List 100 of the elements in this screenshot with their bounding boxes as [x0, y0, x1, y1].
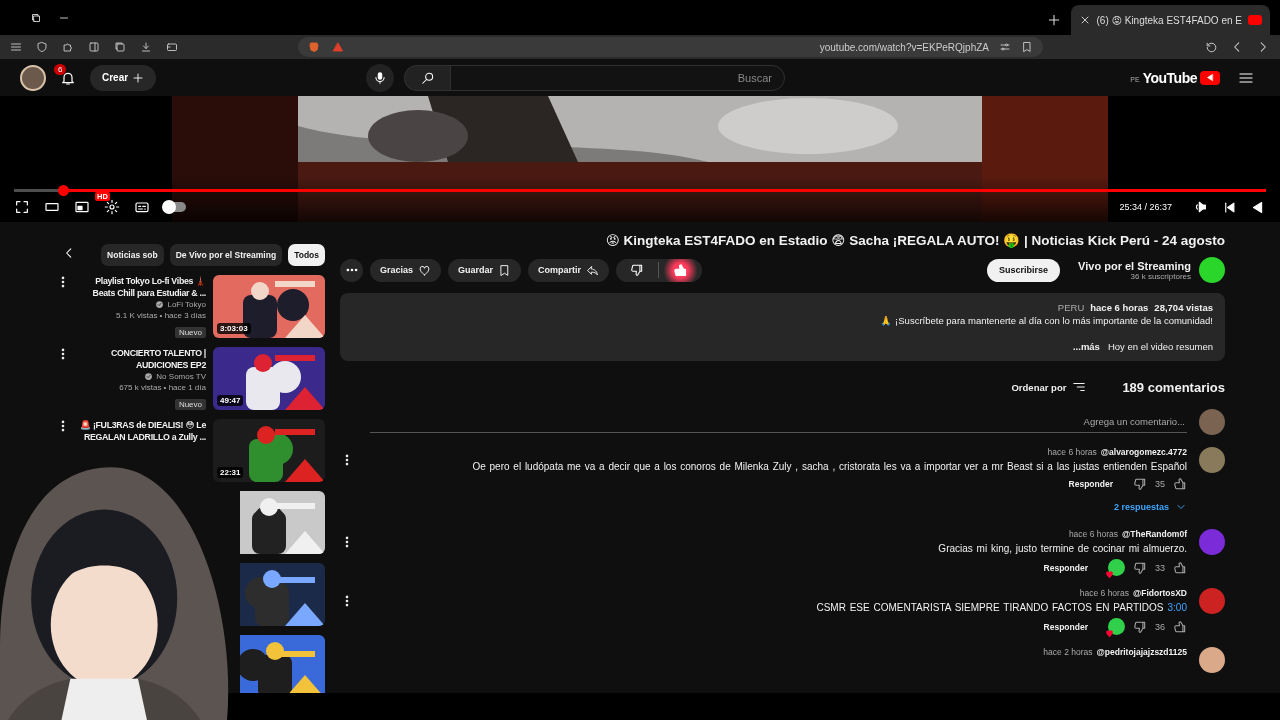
- comment-time[interactable]: hace 6 horas: [1079, 588, 1129, 598]
- show-more-link[interactable]: ...más: [1072, 340, 1100, 353]
- sort-button[interactable]: Ordenar por: [1005, 379, 1093, 395]
- like-icon[interactable]: [1173, 560, 1187, 575]
- settings-icon[interactable]: [104, 199, 120, 215]
- heart-icon: [1105, 629, 1114, 638]
- video-title[interactable]: CONCIERTO TALENTO | AUDICIONES EP2: [77, 347, 206, 371]
- autoplay-toggle[interactable]: [164, 202, 186, 212]
- video-title[interactable]: Playlist Tokyo Lo-fi Vibes 🗼 Beats Chill para Estudiar & ...: [77, 275, 206, 299]
- timestamp-link[interactable]: 3:00: [1167, 601, 1187, 614]
- scrubber-handle[interactable]: [58, 185, 70, 196]
- dislike-icon[interactable]: [1133, 477, 1147, 491]
- comment-author[interactable]: @FidortosXD: [1132, 588, 1187, 598]
- plus-icon: [132, 71, 145, 84]
- url-text: youtube.com/watch?v=EKPeRQjphZA: [818, 41, 989, 53]
- more-button[interactable]: [340, 258, 363, 282]
- verified-icon: [155, 300, 165, 309]
- comment-time[interactable]: hace 6 horas: [1068, 529, 1119, 539]
- video-duration: 22:31: [217, 467, 244, 478]
- sidebar-icon[interactable]: [88, 41, 100, 53]
- puzzle-icon[interactable]: [62, 41, 74, 53]
- like-count: 35: [1155, 479, 1165, 489]
- video-duration: 49:47: [217, 395, 244, 406]
- dislike-icon[interactable]: [1133, 560, 1147, 575]
- replies-button[interactable]: 2 respuestas: [1109, 497, 1191, 517]
- thumbs-up-filled-icon: [673, 262, 689, 278]
- description-box[interactable]: PERU hace 6 horas 28,704 vistas 🙏 ¡Suscríbete para mantenerte al día con lo más importante de la comunidad! ...más Hoy en el video resumen: [340, 293, 1225, 361]
- description-text: Hoy en el video resumen: [1107, 340, 1213, 353]
- bookmark-icon[interactable]: [1021, 41, 1033, 53]
- video-meta: 5.1 K vistas • hace 3 días: [116, 310, 206, 321]
- search-button[interactable]: [404, 64, 450, 91]
- upload-age: hace 6 horas: [1090, 301, 1149, 314]
- video-title[interactable]: 🚨 ¡FUL3RAS de DIEALIS! 😳 Le REGALAN LADRILLO a Zully ...: [77, 419, 206, 443]
- voice-search-button[interactable]: [366, 63, 394, 92]
- like-icon[interactable]: [1173, 619, 1187, 634]
- shield-icon[interactable]: [36, 41, 48, 53]
- sort-icon: [1072, 380, 1087, 394]
- youtube-logo-text[interactable]: YouTube: [1142, 69, 1197, 86]
- video-meta: 675 k vistas • hace 1 día: [119, 382, 206, 393]
- search-field[interactable]: Buscar: [450, 64, 785, 91]
- comment-author[interactable]: @TheRandom0f: [1122, 529, 1187, 539]
- site-settings-icon[interactable]: [999, 41, 1011, 53]
- channel-avatar-icon[interactable]: [1199, 257, 1225, 283]
- filter-chip[interactable]: De Vivo por el Streaming: [169, 244, 283, 266]
- comment-author[interactable]: @pedritojajajzszd1125: [1096, 647, 1187, 657]
- like-count: 33: [1155, 562, 1165, 573]
- view-count: 28,704 vistas: [1154, 301, 1213, 314]
- wallet-icon[interactable]: [166, 41, 178, 53]
- youtube-favicon-icon: [1248, 15, 1262, 25]
- subscribe-button[interactable]: Suscribirse: [987, 258, 1061, 282]
- comment-text: Oe pero el ludópata me va a decir que a los conoros de Milenka Zuly , sacha , cristorata les va a importar ver a mr Beast si a las justas entienden Español: [472, 460, 1187, 473]
- play-icon: [1205, 73, 1215, 82]
- filter-chip[interactable]: Todos: [288, 244, 325, 266]
- save-button[interactable]: Guardar: [448, 258, 522, 282]
- comment-text: CSMR ESE COMENTARISTA SIEMPRE TIRANDO FACTOS EN PARTIDOS: [816, 601, 1164, 614]
- filter-chip[interactable]: Noticias sob: [101, 244, 164, 266]
- commenter-avatar-icon[interactable]: [1199, 647, 1225, 673]
- heart-icon: [418, 263, 432, 277]
- miniplayer-icon[interactable]: [74, 199, 90, 215]
- hashtag-link[interactable]: PERU: [1057, 301, 1085, 314]
- channel-name[interactable]: No Somos TV: [156, 371, 206, 382]
- dislike-icon[interactable]: [1133, 619, 1147, 634]
- address-bar[interactable]: youtube.com/watch?v=EKPeRQjphZA: [298, 37, 1043, 57]
- reply-button[interactable]: Responder: [1062, 478, 1119, 490]
- comment-field[interactable]: Agrega un comentario...: [370, 411, 1187, 433]
- fullscreen-icon[interactable]: [14, 199, 30, 215]
- verified-icon: [144, 372, 154, 381]
- new-badge: Nuevo: [174, 399, 206, 410]
- new-badge: Nuevo: [174, 327, 206, 338]
- share-button[interactable]: Compartir: [528, 258, 610, 282]
- restore-icon[interactable]: [30, 11, 42, 24]
- channel-name[interactable]: Vivo por el Streaming: [1078, 259, 1191, 272]
- like-icon[interactable]: [1173, 477, 1187, 491]
- create-button[interactable]: Crear: [90, 64, 157, 91]
- video-duration: 3:03:03: [217, 323, 251, 334]
- menu-icon[interactable]: [10, 41, 22, 53]
- reload-icon[interactable]: [1205, 40, 1218, 54]
- thumbs-down-icon: [630, 263, 645, 277]
- new-tab-icon[interactable]: [1046, 13, 1061, 27]
- like-count: 36: [1155, 621, 1165, 632]
- comment-time[interactable]: hace 6 horas: [1047, 447, 1097, 457]
- mic-icon: [373, 70, 387, 85]
- subscriber-count: 36 k suscriptores: [1130, 271, 1191, 281]
- comment-author[interactable]: @alvarogomezc.4772: [1100, 447, 1187, 457]
- triangle-icon[interactable]: [332, 41, 344, 53]
- lion-icon[interactable]: [308, 41, 320, 53]
- user-avatar-icon: [1199, 409, 1225, 435]
- time-display: 25:34 / 26:37: [1119, 202, 1172, 212]
- thanks-button[interactable]: Gracias: [370, 258, 442, 282]
- tabs-icon[interactable]: [114, 41, 126, 53]
- search-icon: [420, 70, 435, 85]
- download-icon[interactable]: [140, 41, 152, 53]
- commenter-avatar-icon[interactable]: [1199, 447, 1225, 473]
- reply-button[interactable]: Responder: [1037, 561, 1094, 574]
- browser-tab[interactable]: (6) 😡 Kingteka EST4FADO en E: [1070, 5, 1270, 35]
- avatar-icon[interactable]: [20, 64, 46, 91]
- channel-name[interactable]: LoFi Tokyo: [167, 299, 206, 310]
- subtitles-icon[interactable]: [134, 199, 150, 215]
- comment-time[interactable]: hace 2 horas: [1043, 647, 1093, 657]
- reply-button[interactable]: Responder: [1037, 620, 1094, 633]
